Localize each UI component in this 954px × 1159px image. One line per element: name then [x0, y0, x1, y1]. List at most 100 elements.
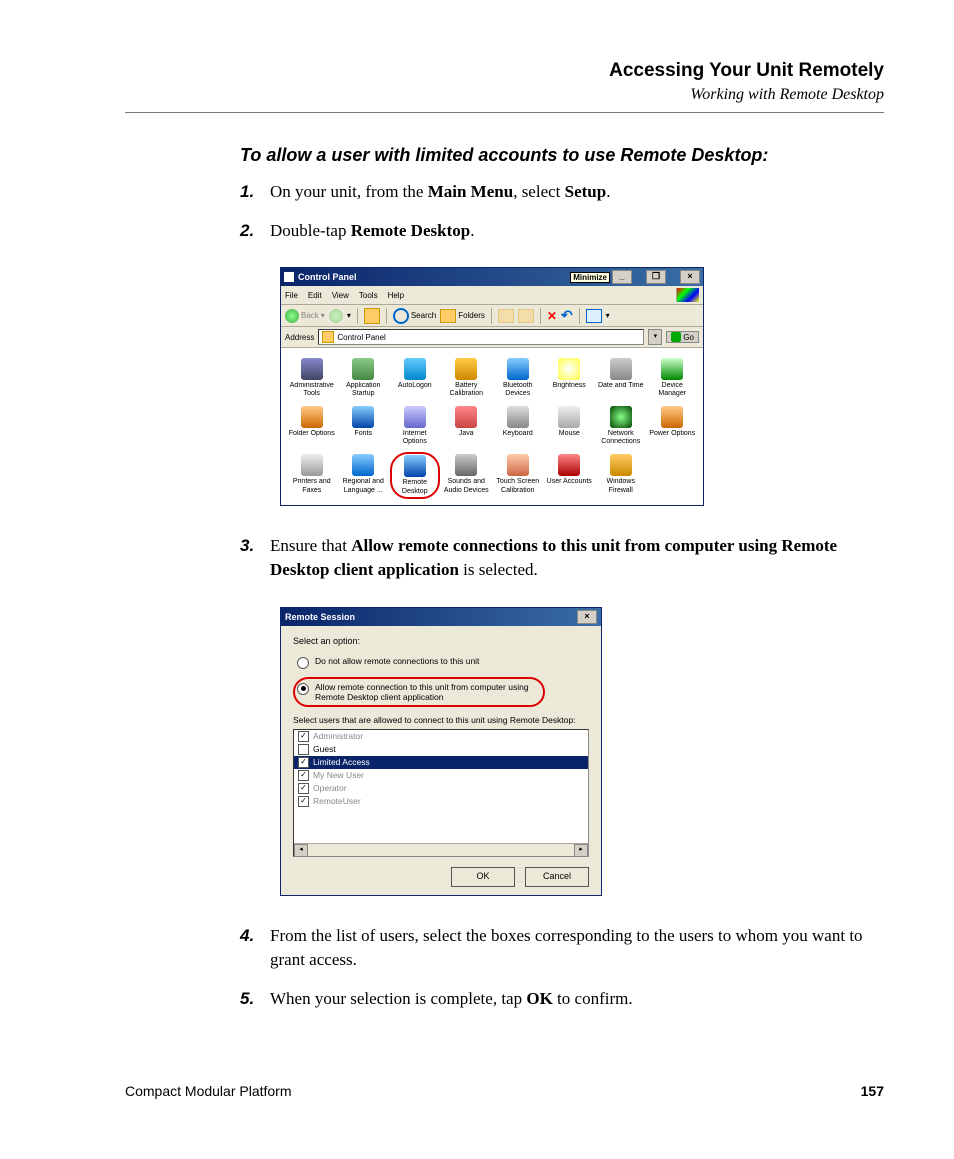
menu-help[interactable]: Help — [388, 291, 404, 300]
keyboard-icon — [507, 406, 529, 428]
minimize-button[interactable]: _ — [612, 270, 632, 284]
users-prompt: Select users that are allowed to connect… — [293, 715, 589, 725]
checkbox-icon[interactable] — [298, 757, 309, 768]
sounds-icon — [455, 454, 477, 476]
back-icon[interactable] — [285, 309, 299, 323]
step-text: Ensure that Allow remote connections to … — [270, 534, 884, 583]
cp-item-battery[interactable]: Battery Calibration — [442, 356, 492, 400]
radio-icon — [297, 683, 309, 695]
bluetooth-icon — [507, 358, 529, 380]
step-text: Double-tap Remote Desktop. — [270, 219, 474, 244]
cp-item-firewall[interactable]: Windows Firewall — [596, 452, 646, 498]
battery-icon — [455, 358, 477, 380]
user-row-guest[interactable]: Guest — [294, 743, 588, 756]
menu-view[interactable]: View — [332, 291, 349, 300]
cp-item-fonts[interactable]: Fonts — [339, 404, 389, 448]
cancel-button[interactable]: Cancel — [525, 867, 589, 887]
dialog-prompt: Select an option: — [293, 636, 589, 646]
cp-item-internet[interactable]: Internet Options — [390, 404, 440, 448]
cp-item-power[interactable]: Power Options — [648, 404, 698, 448]
internet-icon — [404, 406, 426, 428]
figure-control-panel: Control Panel Minimize _ ❐ × File Edit V… — [280, 267, 884, 505]
user-row-my-new-user[interactable]: My New User — [294, 769, 588, 782]
radio-icon — [297, 657, 309, 669]
windows-logo-icon — [676, 288, 699, 302]
cp-item-brightness[interactable]: Brightness — [545, 356, 595, 400]
checkbox-icon[interactable] — [298, 744, 309, 755]
user-row-operator[interactable]: Operator — [294, 782, 588, 795]
step-text: On your unit, from the Main Menu, select… — [270, 180, 610, 205]
step-text: When your selection is complete, tap OK … — [270, 987, 633, 1012]
icon-grid: Administrative Tools Application Startup… — [281, 348, 703, 504]
java-icon — [455, 406, 477, 428]
folder-opts-icon — [301, 406, 323, 428]
firewall-icon — [610, 454, 632, 476]
window-icon — [284, 272, 294, 282]
undo-icon[interactable]: ↶ — [561, 307, 573, 324]
radio-deny[interactable]: Do not allow remote connections to this … — [297, 656, 589, 669]
checkbox-icon[interactable] — [298, 783, 309, 794]
cp-item-remote-desktop[interactable]: Remote Desktop — [390, 452, 440, 498]
search-icon[interactable] — [393, 308, 409, 324]
step-4: 4. From the list of users, select the bo… — [240, 924, 884, 973]
menu-file[interactable]: File — [285, 291, 298, 300]
cp-item-datetime[interactable]: Date and Time — [596, 356, 646, 400]
checkbox-icon[interactable] — [298, 796, 309, 807]
user-row-remoteuser[interactable]: RemoteUser — [294, 795, 588, 808]
folders-icon[interactable] — [440, 309, 456, 323]
page-header: Accessing Your Unit Remotely Working wit… — [125, 60, 884, 104]
cp-item-user-accounts[interactable]: User Accounts — [545, 452, 595, 498]
cp-item-app-startup[interactable]: Application Startup — [339, 356, 389, 400]
fonts-icon — [352, 406, 374, 428]
views-icon[interactable] — [586, 309, 602, 323]
cp-item-mouse[interactable]: Mouse — [545, 404, 595, 448]
address-dropdown[interactable]: ▾ — [648, 329, 662, 345]
cp-item-printers[interactable]: Printers and Faxes — [287, 452, 337, 498]
cp-item-network[interactable]: Network Connections — [596, 404, 646, 448]
moveto-icon[interactable] — [498, 309, 514, 323]
ok-button[interactable]: OK — [451, 867, 515, 887]
step-number: 1. — [240, 180, 270, 205]
up-icon[interactable] — [364, 308, 380, 324]
cp-item-device-mgr[interactable]: Device Manager — [648, 356, 698, 400]
checkbox-icon[interactable] — [298, 731, 309, 742]
step-5: 5. When your selection is complete, tap … — [240, 987, 884, 1012]
window-title: Control Panel — [298, 272, 570, 282]
cp-item-admin-tools[interactable]: Administrative Tools — [287, 356, 337, 400]
forward-icon[interactable] — [329, 309, 343, 323]
scroll-right-icon[interactable]: ▸ — [574, 844, 588, 857]
close-button[interactable]: × — [680, 270, 700, 284]
user-list[interactable]: Administrator Guest Limited Access My Ne… — [293, 729, 589, 857]
cp-item-autologon[interactable]: AutoLogon — [390, 356, 440, 400]
radio-allow[interactable]: Allow remote connection to this unit fro… — [297, 682, 535, 702]
cp-item-keyboard[interactable]: Keyboard — [493, 404, 543, 448]
maximize-button[interactable]: ❐ — [646, 270, 666, 284]
menu-edit[interactable]: Edit — [308, 291, 322, 300]
scroll-left-icon[interactable]: ◂ — [294, 844, 308, 857]
cp-item-sounds[interactable]: Sounds and Audio Devices — [442, 452, 492, 498]
menu-tools[interactable]: Tools — [359, 291, 378, 300]
close-button[interactable]: × — [577, 610, 597, 624]
highlight-oval: Allow remote connection to this unit fro… — [293, 677, 545, 707]
address-input[interactable]: Control Panel — [318, 329, 644, 345]
cp-item-bluetooth[interactable]: Bluetooth Devices — [493, 356, 543, 400]
power-icon — [661, 406, 683, 428]
user-row-administrator[interactable]: Administrator — [294, 730, 588, 743]
radio-label: Do not allow remote connections to this … — [315, 656, 479, 666]
cp-item-touchscreen[interactable]: Touch Screen Calibration — [493, 452, 543, 498]
address-value: Control Panel — [337, 333, 385, 342]
checkbox-icon[interactable] — [298, 770, 309, 781]
touchscreen-icon — [507, 454, 529, 476]
step-2: 2. Double-tap Remote Desktop. — [240, 219, 884, 244]
cp-item-regional[interactable]: Regional and Language ... — [339, 452, 389, 498]
step-number: 2. — [240, 219, 270, 244]
datetime-icon — [610, 358, 632, 380]
delete-icon[interactable]: ✕ — [547, 309, 557, 323]
copyto-icon[interactable] — [518, 309, 534, 323]
horizontal-scrollbar[interactable]: ◂ ▸ — [294, 843, 588, 856]
cp-item-java[interactable]: Java — [442, 404, 492, 448]
cp-item-folder-opts[interactable]: Folder Options — [287, 404, 337, 448]
go-button[interactable]: Go — [666, 331, 699, 343]
user-row-limited-access[interactable]: Limited Access — [294, 756, 588, 769]
remote-desktop-icon — [404, 455, 426, 477]
